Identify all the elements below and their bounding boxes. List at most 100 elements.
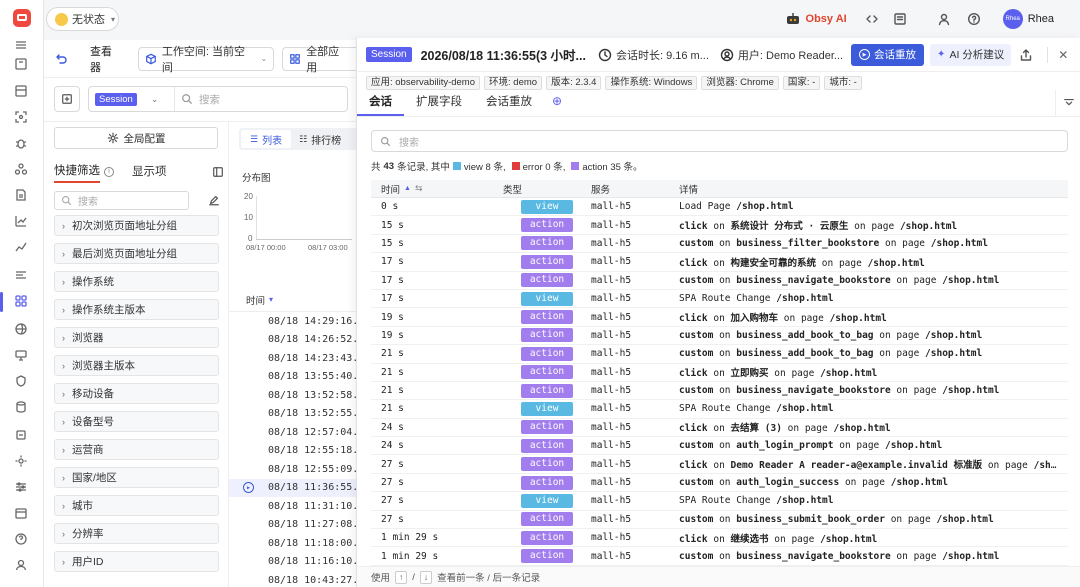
global-config-button[interactable]: 全局配置 [54, 127, 218, 149]
code-icon[interactable] [865, 12, 879, 26]
table-row[interactable]: 1 min 29 s action mall-h5 click on 继续选书 on … [371, 529, 1068, 548]
table-row[interactable]: 19 s action mall-h5 click on 加入购物车 on page … [371, 308, 1068, 327]
close-icon[interactable]: ✕ [1058, 48, 1068, 62]
list-row[interactable]: ▶ 08/18 11:36:55.2 [229, 478, 364, 497]
filter-group[interactable]: › 操作系统主版本 [54, 299, 219, 320]
cluster-icon[interactable] [14, 162, 30, 178]
list-row[interactable]: 08/18 13:52:58.7 [229, 386, 364, 404]
table-row[interactable]: 17 s action mall-h5 click on 构建安全可靠的系统 on p… [371, 253, 1068, 272]
table-row[interactable]: 24 s action mall-h5 click on 去结算 (3) on pag… [371, 419, 1068, 438]
add-tab-icon[interactable]: ⊕ [544, 90, 570, 116]
time-column-header[interactable]: 时间 ▾ [229, 288, 356, 312]
table-row[interactable]: 21 s view mall-h5 SPA Route Change /shop.ht… [371, 400, 1068, 419]
filter-group[interactable]: › 城市 [54, 495, 219, 516]
help-circle-icon[interactable] [967, 12, 981, 26]
tab-list[interactable]: ☰ 列表 [241, 130, 292, 148]
trend-icon[interactable] [14, 240, 30, 256]
help-icon[interactable] [14, 532, 30, 548]
table-row[interactable]: 1 min 29 s action mall-h5 custom on busines… [371, 547, 1068, 566]
list-icon[interactable] [14, 268, 30, 284]
scan-icon[interactable] [14, 110, 30, 126]
obsy-ai-button[interactable]: Obsy AI [786, 13, 847, 25]
sliders-icon[interactable] [14, 480, 30, 496]
list-row[interactable]: 08/18 11:18:00.4 [229, 534, 364, 552]
list-row[interactable]: 08/18 11:27:08.5 [229, 516, 364, 534]
table-row[interactable]: 27 s action mall-h5 custom on auth_login_su… [371, 474, 1068, 493]
table-row[interactable]: 21 s action mall-h5 custom on business_add_… [371, 345, 1068, 364]
filter-group[interactable]: › 浏览器 [54, 327, 219, 348]
tab-session-replay[interactable]: 会话重放 [474, 90, 544, 116]
list-row[interactable]: 08/18 11:31:10.2 [229, 497, 364, 515]
tab-session[interactable]: 会话 [357, 90, 404, 116]
calendar-icon[interactable] [14, 506, 30, 522]
table-row[interactable]: 19 s action mall-h5 custom on business_add_… [371, 327, 1068, 346]
table-row[interactable]: 15 s action mall-h5 custom on business_filt… [371, 235, 1068, 254]
ai-analysis-button[interactable]: ✦ AI 分析建议 [930, 43, 1012, 66]
tab-ranking[interactable]: ☷ 排行榜 [291, 132, 349, 147]
back-arrow-icon[interactable] [54, 52, 68, 66]
table-row[interactable]: 17 s view mall-h5 SPA Route Change /shop.ht… [371, 290, 1068, 309]
app-logo-icon[interactable] [13, 9, 31, 27]
rum-icon[interactable] [0, 292, 30, 312]
box-icon[interactable] [14, 428, 30, 444]
list-row[interactable]: 08/18 12:55:09.8 [229, 460, 364, 478]
session-replay-button[interactable]: ▶ 会话重放 [851, 43, 925, 66]
menu-collapse-icon[interactable] [14, 38, 30, 54]
filter-group[interactable]: › 用户ID [54, 551, 219, 572]
filter-search-input[interactable]: 搜索 [54, 191, 189, 210]
status-dropdown[interactable]: 无状态 ▾ [46, 7, 119, 31]
user-icon[interactable] [937, 12, 951, 26]
tab-display-items[interactable]: 显示项 [132, 163, 167, 182]
list-row[interactable]: 08/18 10:43:27.2 [229, 571, 364, 587]
workspace-select[interactable]: 工作空间: 当前空间 ⌄ [137, 46, 275, 74]
table-row[interactable]: 0 s view mall-h5 Load Page /shop.html [371, 198, 1068, 217]
table-row[interactable]: 21 s action mall-h5 custom on business_navi… [371, 382, 1068, 401]
source-select[interactable]: Session ⌄ [89, 87, 175, 111]
metrics-icon[interactable] [14, 214, 30, 230]
list-row[interactable]: 08/18 11:16:10.4 [229, 553, 364, 571]
shield-icon[interactable] [14, 374, 30, 390]
table-row[interactable]: 17 s action mall-h5 custom on business_navi… [371, 272, 1068, 290]
user-menu[interactable]: Rhea Rhea [1002, 9, 1054, 29]
book-icon[interactable] [14, 57, 30, 73]
dashboard-icon[interactable] [14, 84, 30, 100]
collapse-icon[interactable] [1055, 90, 1080, 116]
filter-group[interactable]: › 运营商 [54, 439, 219, 460]
query-search-input[interactable]: 搜索 [199, 92, 220, 107]
filter-group[interactable]: › 国家/地区 [54, 467, 219, 488]
user-settings-icon[interactable] [14, 558, 30, 574]
settings-icon[interactable] [14, 454, 30, 470]
bug-icon[interactable] [14, 136, 30, 152]
filter-group[interactable]: › 初次浏览页面地址分组 [54, 215, 219, 236]
filter-group[interactable]: › 操作系统 [54, 271, 219, 292]
table-row[interactable]: 15 s action mall-h5 click on 系统设计 分布式 · 云原生… [371, 216, 1068, 235]
table-row[interactable]: 27 s action mall-h5 custom on business_subm… [371, 511, 1068, 530]
share-icon[interactable] [1019, 48, 1033, 62]
edit-icon[interactable] [208, 194, 220, 206]
table-row[interactable]: 21 s action mall-h5 click on 立即购买 on page /… [371, 364, 1068, 382]
list-row[interactable]: 08/18 12:57:04.4 [229, 423, 364, 441]
list-row[interactable]: 08/18 14:29:16.8 [229, 312, 364, 330]
table-row[interactable]: 24 s action mall-h5 custom on auth_login_pr… [371, 437, 1068, 456]
filter-group[interactable]: › 移动设备 [54, 383, 219, 404]
globe-icon[interactable] [14, 322, 30, 338]
apps-select[interactable]: 全部应用 [282, 46, 356, 74]
notes-icon[interactable] [893, 12, 907, 26]
database-icon[interactable] [14, 400, 30, 416]
query-mode-icon[interactable] [54, 86, 80, 112]
col-time[interactable]: 时间 ▲ ⇆ [371, 182, 503, 196]
play-circle-icon[interactable]: ▶ [243, 482, 254, 493]
tab-extended-fields[interactable]: 扩展字段 [404, 90, 474, 116]
list-row[interactable]: 08/18 13:55:40.0 [229, 368, 364, 386]
monitor-icon[interactable] [14, 348, 30, 364]
table-row[interactable]: 27 s action mall-h5 click on Demo Reader A … [371, 455, 1068, 474]
filter-group[interactable]: › 分辨率 [54, 523, 219, 544]
list-row[interactable]: 08/18 12:55:18.2 [229, 442, 364, 460]
list-row[interactable]: 08/18 14:26:52.8 [229, 331, 364, 349]
panel-search-input[interactable]: 搜索 [371, 130, 1068, 152]
table-row[interactable]: 27 s view mall-h5 SPA Route Change /shop.ht… [371, 492, 1068, 511]
filter-group[interactable]: › 设备型号 [54, 411, 219, 432]
filter-group[interactable]: › 浏览器主版本 [54, 355, 219, 376]
document-icon[interactable] [14, 188, 30, 204]
list-row[interactable]: 08/18 14:23:43.0 [229, 349, 364, 367]
